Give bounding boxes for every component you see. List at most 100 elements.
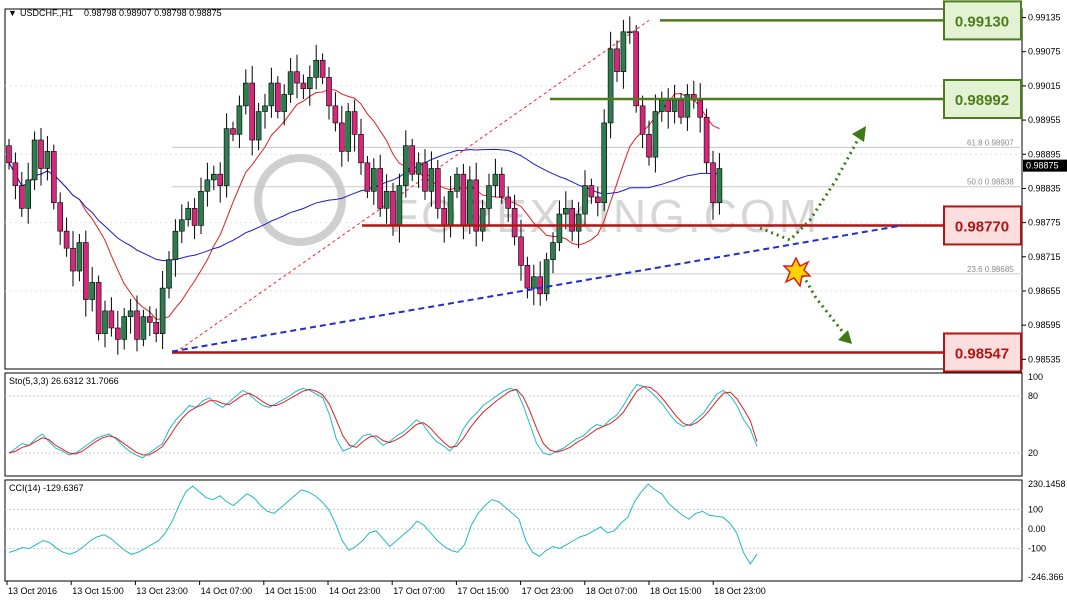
cci-tick-label: 230.1458 [1028, 479, 1066, 489]
candle-body [383, 190, 390, 209]
candle-body [25, 179, 32, 209]
candle-body [108, 310, 115, 329]
ohlc-label: 0.98798 0.98907 0.98798 0.98875 [84, 8, 222, 18]
level-box-label: 0.98992 [955, 92, 1009, 109]
time-tick-label: 17 Oct 15:00 [457, 586, 509, 596]
candle-body [639, 105, 646, 135]
candle-body [511, 208, 518, 238]
candle-body [498, 173, 505, 198]
time-tick-label: 14 Oct 23:00 [329, 586, 381, 596]
stochastic-label: Sto(5,3,3) 26.6312 31.7066 [9, 376, 119, 386]
level-box-label: 0.99130 [955, 13, 1009, 30]
candle-body [678, 99, 684, 118]
candle-body [537, 276, 544, 295]
candle-body [562, 208, 569, 215]
candle-body [63, 230, 70, 249]
candle-body [204, 179, 211, 192]
candle-body [153, 321, 159, 334]
candle-body [415, 162, 422, 175]
candle-body [390, 190, 396, 226]
candle-body [569, 208, 576, 232]
candle-body [70, 247, 76, 272]
candle-body [121, 316, 127, 340]
candle-body [620, 31, 627, 72]
candle-body [274, 82, 281, 112]
candle-body [12, 162, 19, 186]
candle-body [601, 122, 608, 203]
candle-body [332, 105, 339, 124]
candle-body [6, 145, 12, 164]
cci-tick-label: 0.00 [1028, 524, 1046, 534]
candle-body [447, 190, 454, 226]
candle-body [575, 213, 582, 232]
candle-body [300, 82, 307, 90]
time-tick-label: 13 Oct 15:00 [72, 586, 124, 596]
candle-body [294, 71, 300, 84]
candle-body [703, 116, 710, 164]
price-tick-label: 0.98835 [1028, 183, 1061, 193]
candle-body [665, 99, 672, 112]
cci-tick-label: -246.366 [1028, 572, 1064, 582]
candle-body [179, 219, 185, 232]
candle-body [486, 185, 492, 209]
candle-body [543, 259, 550, 295]
cci-tick-label: 100 [1028, 504, 1043, 514]
candle-body [57, 202, 64, 232]
cci-tick-label: -100 [1028, 543, 1046, 553]
fib-label: 50.0 0.98838 [967, 178, 1014, 187]
candle-body [223, 128, 230, 186]
candle-body [646, 134, 652, 158]
price-tick-label: 0.98775 [1028, 218, 1061, 228]
price-tick-label: 0.98715 [1028, 252, 1061, 262]
symbol-label: USDCHF.,H1 [20, 8, 73, 18]
candle-body [319, 59, 326, 78]
candle-body [428, 168, 435, 192]
candle-body [147, 316, 153, 323]
candle-body [466, 179, 473, 226]
fib-label: 61.8 0.98907 [967, 138, 1014, 147]
candle-body [633, 31, 640, 107]
candle-body [658, 99, 665, 112]
candle-body [460, 173, 467, 226]
candle-body [582, 185, 588, 215]
candle-body [95, 282, 102, 334]
current-price-label: 0.98875 [1026, 161, 1059, 171]
candle-body [697, 99, 704, 118]
candle-body [607, 48, 614, 124]
price-tick-label: 0.98895 [1028, 149, 1061, 159]
candle-body [243, 82, 249, 107]
candle-body [671, 99, 678, 112]
candle-body [268, 82, 275, 107]
candle-body [230, 128, 236, 135]
candle-body [281, 94, 288, 112]
candle-body [134, 310, 140, 340]
candle-body [441, 208, 448, 226]
candle-body [89, 282, 95, 300]
candle-body [76, 242, 83, 272]
dropdown-triangle-icon[interactable]: ▼ [8, 8, 17, 18]
time-tick-label: 18 Oct 15:00 [650, 586, 702, 596]
candle-body [50, 151, 57, 203]
candle-body [18, 185, 25, 209]
candle-body [422, 162, 428, 192]
candle-body [338, 122, 345, 152]
candle-body [409, 145, 416, 175]
candle-body [626, 31, 633, 34]
level-box-label: 0.98547 [955, 345, 1009, 362]
candle-body [236, 105, 243, 135]
candle-body [364, 162, 371, 192]
candle-body [127, 310, 134, 317]
candle-body [518, 236, 524, 266]
candle-body [313, 59, 320, 78]
candle-body [454, 173, 460, 192]
candle-body [140, 316, 147, 340]
candle-body [351, 111, 358, 135]
candle-body [479, 208, 486, 232]
candle-body [38, 139, 44, 169]
stoch-level-label: 80 [1028, 391, 1038, 401]
candle-body [530, 276, 537, 289]
price-tick-label: 0.98535 [1028, 354, 1061, 364]
candle-body [556, 213, 563, 243]
time-tick-label: 13 Oct 23:00 [136, 586, 188, 596]
candle-body [287, 71, 294, 95]
